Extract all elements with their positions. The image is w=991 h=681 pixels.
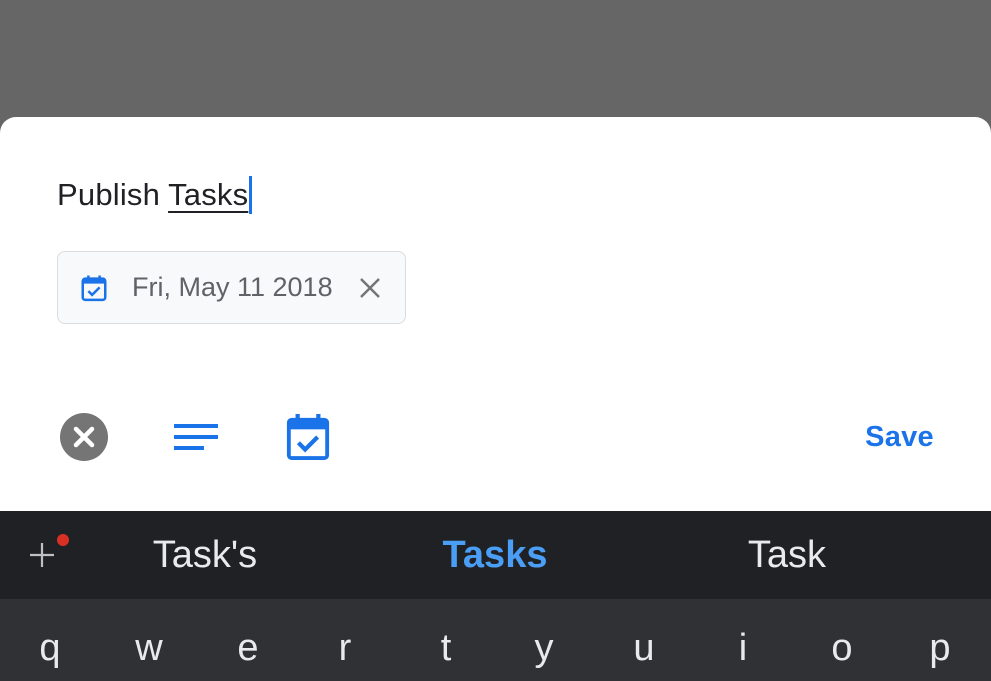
due-date-chip[interactable]: Fri, May 11 2018: [57, 251, 406, 324]
task-action-bar: Save: [0, 407, 991, 467]
key-o[interactable]: o: [812, 627, 872, 681]
calendar-check-icon[interactable]: [282, 407, 334, 467]
suggestion-item-selected[interactable]: Tasks: [390, 511, 600, 599]
dimmed-background[interactable]: [0, 0, 991, 130]
notification-dot: [57, 534, 69, 546]
details-lines-icon[interactable]: [170, 407, 222, 467]
key-u[interactable]: u: [614, 627, 674, 681]
suggestion-strip: Task's Tasks Task: [0, 511, 991, 599]
task-title-composing-word: Tasks: [168, 177, 249, 212]
task-title-text: Publish: [57, 177, 161, 212]
close-icon[interactable]: [355, 273, 385, 303]
key-q[interactable]: q: [20, 627, 80, 681]
key-i[interactable]: i: [713, 627, 773, 681]
add-task-sheet: Publish Tasks Fri, May 11 2018 Save: [0, 117, 991, 512]
save-button[interactable]: Save: [865, 407, 934, 467]
due-date-label: Fri, May 11 2018: [132, 272, 333, 302]
soft-keyboard: Task's Tasks Task q w e r t y u i o p: [0, 511, 991, 681]
suggestion-item[interactable]: Task: [682, 511, 892, 599]
keyboard-row-1: q w e r t y u i o p: [0, 599, 991, 681]
calendar-check-icon: [78, 272, 110, 304]
key-t[interactable]: t: [416, 627, 476, 681]
key-w[interactable]: w: [119, 627, 179, 681]
task-title-input[interactable]: Publish Tasks: [57, 175, 253, 215]
key-y[interactable]: y: [514, 627, 574, 681]
suggestion-item[interactable]: Task's: [100, 511, 310, 599]
key-p[interactable]: p: [910, 627, 970, 681]
key-e[interactable]: e: [218, 627, 278, 681]
cancel-circle-icon[interactable]: [58, 407, 110, 467]
text-cursor: [249, 176, 253, 214]
key-r[interactable]: r: [315, 627, 375, 681]
